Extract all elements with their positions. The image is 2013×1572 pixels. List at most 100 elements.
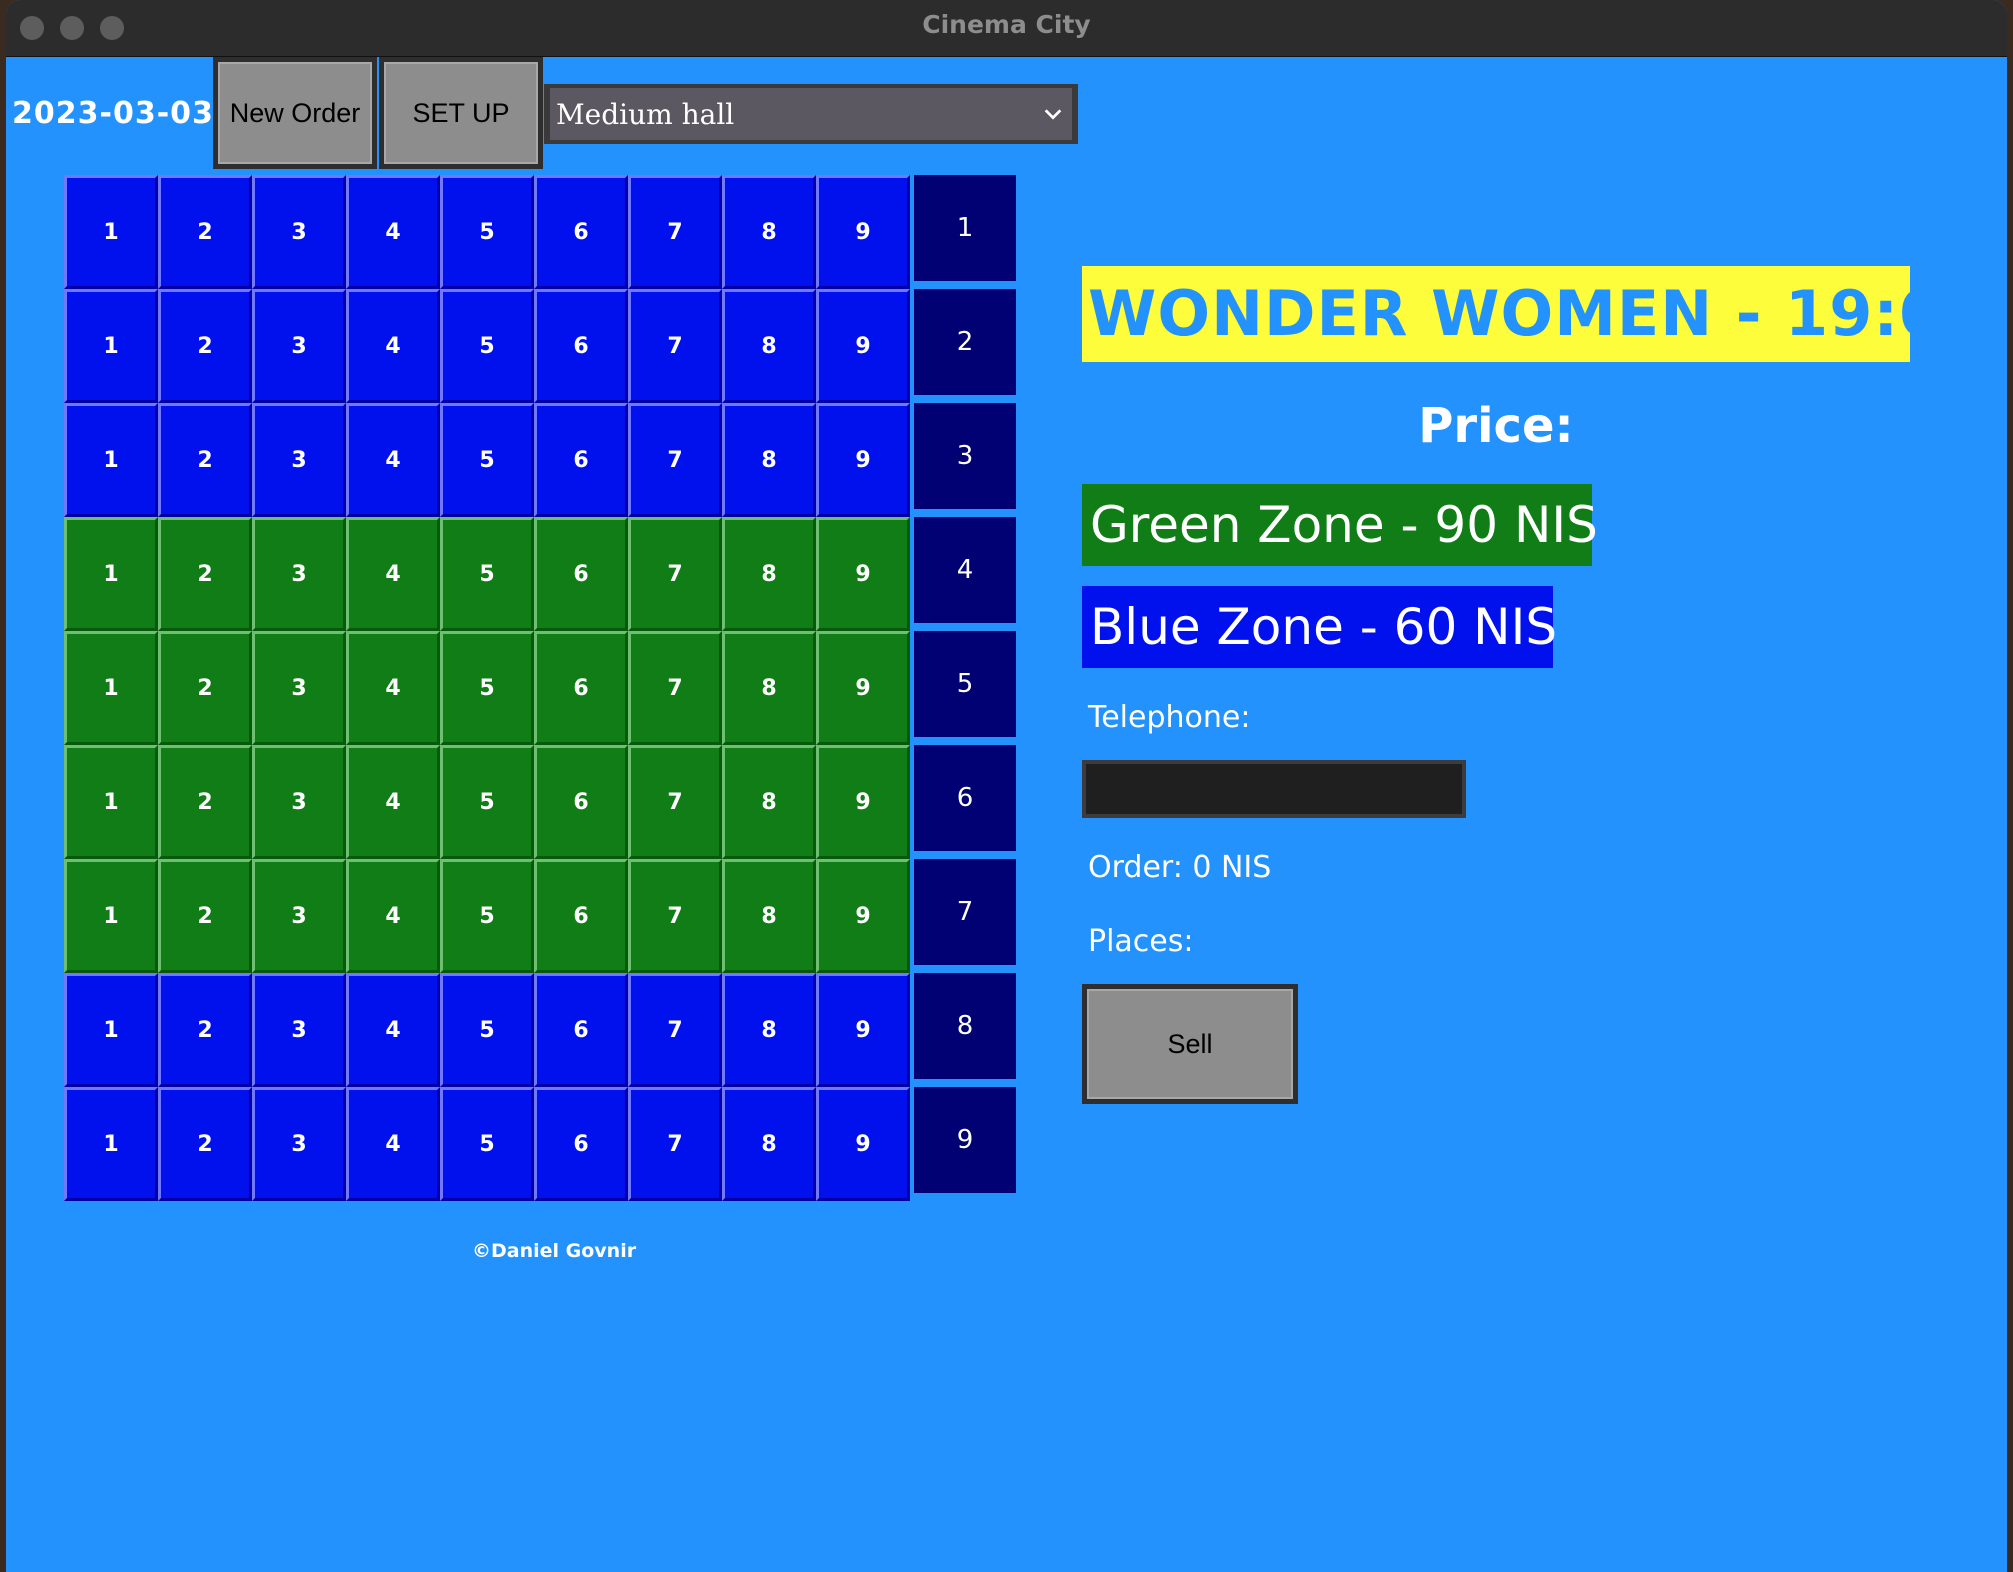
seat-button[interactable]: 9 <box>816 859 910 973</box>
seat-button[interactable]: 3 <box>252 175 346 289</box>
seat-button[interactable]: 6 <box>534 403 628 517</box>
hall-select-field[interactable]: Medium hall <box>550 88 1072 140</box>
seat-button[interactable]: 9 <box>816 631 910 745</box>
seat-button[interactable]: 9 <box>816 973 910 1087</box>
seat-button[interactable]: 3 <box>252 745 346 859</box>
seat-button[interactable]: 9 <box>816 175 910 289</box>
seat-button[interactable]: 4 <box>346 289 440 403</box>
seat-button[interactable]: 7 <box>628 973 722 1087</box>
seat-button[interactable]: 8 <box>722 745 816 859</box>
seat-button[interactable]: 3 <box>252 859 346 973</box>
places-label: Places: <box>1088 924 1194 959</box>
seat-button[interactable]: 9 <box>816 1087 910 1201</box>
seat-button[interactable]: 6 <box>534 631 628 745</box>
seat-button[interactable]: 2 <box>158 175 252 289</box>
order-total: Order: 0 NIS <box>1088 850 1272 885</box>
seat-button[interactable]: 1 <box>64 973 158 1087</box>
seat-button[interactable]: 5 <box>440 973 534 1087</box>
seat-button[interactable]: 8 <box>722 631 816 745</box>
hall-select[interactable]: Medium hall <box>544 84 1078 144</box>
seat-button[interactable]: 2 <box>158 859 252 973</box>
seat-button[interactable]: 3 <box>252 403 346 517</box>
seat-button[interactable]: 5 <box>440 175 534 289</box>
seat-button[interactable]: 9 <box>816 745 910 859</box>
seat-button[interactable]: 4 <box>346 745 440 859</box>
seat-button[interactable]: 6 <box>534 289 628 403</box>
seat-button[interactable]: 5 <box>440 517 534 631</box>
row-number-label: 5 <box>914 631 1016 737</box>
seat-button[interactable]: 5 <box>440 403 534 517</box>
current-date: 2023-03-03 <box>12 96 214 131</box>
seat-button[interactable]: 6 <box>534 859 628 973</box>
seat-button[interactable]: 6 <box>534 517 628 631</box>
seat-button[interactable]: 6 <box>534 175 628 289</box>
seat-button[interactable]: 2 <box>158 745 252 859</box>
seat-button[interactable]: 5 <box>440 859 534 973</box>
green-zone-price: Green Zone - 90 NIS <box>1082 484 1598 566</box>
seat-button[interactable]: 4 <box>346 1087 440 1201</box>
seat-button[interactable]: 8 <box>722 403 816 517</box>
row-number-label: 1 <box>914 175 1016 281</box>
seat-button[interactable]: 1 <box>64 1087 158 1201</box>
seat-button[interactable]: 2 <box>158 289 252 403</box>
seat-button[interactable]: 9 <box>816 403 910 517</box>
hall-select-value: Medium hall <box>556 97 735 131</box>
sell-button[interactable]: Sell <box>1082 984 1298 1104</box>
seat-button[interactable]: 3 <box>252 289 346 403</box>
seat-button[interactable]: 4 <box>346 973 440 1087</box>
movie-title-banner: WONDER WOMEN - 19:00 <box>1082 266 1986 362</box>
seat-button[interactable]: 1 <box>64 175 158 289</box>
seat-button[interactable]: 1 <box>64 517 158 631</box>
seat-button[interactable]: 7 <box>628 745 722 859</box>
seat-button[interactable]: 2 <box>158 1087 252 1201</box>
seat-button[interactable]: 7 <box>628 175 722 289</box>
telephone-input[interactable] <box>1082 760 1466 818</box>
seat-button[interactable]: 5 <box>440 1087 534 1201</box>
seat-button[interactable]: 7 <box>628 289 722 403</box>
seat-button[interactable]: 4 <box>346 403 440 517</box>
seat-button[interactable]: 8 <box>722 1087 816 1201</box>
setup-button[interactable]: SET UP <box>379 57 543 169</box>
seat-button[interactable]: 5 <box>440 745 534 859</box>
seat-button[interactable]: 8 <box>722 175 816 289</box>
seat-button[interactable]: 4 <box>346 175 440 289</box>
copyright-text: ©Daniel Govnir <box>472 1240 637 1262</box>
seat-button[interactable]: 9 <box>816 517 910 631</box>
seat-button[interactable]: 1 <box>64 745 158 859</box>
price-heading: Price: <box>1418 398 1574 454</box>
seat-button[interactable]: 3 <box>252 631 346 745</box>
seat-button[interactable]: 7 <box>628 1087 722 1201</box>
seat-button[interactable]: 3 <box>252 1087 346 1201</box>
seat-button[interactable]: 8 <box>722 859 816 973</box>
seat-button[interactable]: 2 <box>158 517 252 631</box>
seat-button[interactable]: 8 <box>722 517 816 631</box>
seat-button[interactable]: 6 <box>534 973 628 1087</box>
seat-button[interactable]: 7 <box>628 517 722 631</box>
row-number-label: 9 <box>914 1087 1016 1193</box>
seat-button[interactable]: 6 <box>534 745 628 859</box>
new-order-button[interactable]: New Order <box>213 57 377 169</box>
seat-button[interactable]: 3 <box>252 517 346 631</box>
seat-button[interactable]: 2 <box>158 403 252 517</box>
seat-button[interactable]: 1 <box>64 289 158 403</box>
seat-button[interactable]: 4 <box>346 859 440 973</box>
seat-button[interactable]: 7 <box>628 403 722 517</box>
seat-button[interactable]: 7 <box>628 859 722 973</box>
seat-button[interactable]: 8 <box>722 973 816 1087</box>
seat-button[interactable]: 1 <box>64 631 158 745</box>
blue-zone-price: Blue Zone - 60 NIS <box>1082 586 1557 668</box>
seat-button[interactable]: 4 <box>346 517 440 631</box>
seat-button[interactable]: 2 <box>158 631 252 745</box>
seat-button[interactable]: 2 <box>158 973 252 1087</box>
seat-button[interactable]: 7 <box>628 631 722 745</box>
seat-button[interactable]: 8 <box>722 289 816 403</box>
seat-button[interactable]: 1 <box>64 403 158 517</box>
seat-button[interactable]: 4 <box>346 631 440 745</box>
seat-button[interactable]: 9 <box>816 289 910 403</box>
seat-button[interactable]: 6 <box>534 1087 628 1201</box>
seat-button[interactable]: 3 <box>252 973 346 1087</box>
seat-button[interactable]: 1 <box>64 859 158 973</box>
row-number-label: 6 <box>914 745 1016 851</box>
seat-button[interactable]: 5 <box>440 631 534 745</box>
seat-button[interactable]: 5 <box>440 289 534 403</box>
